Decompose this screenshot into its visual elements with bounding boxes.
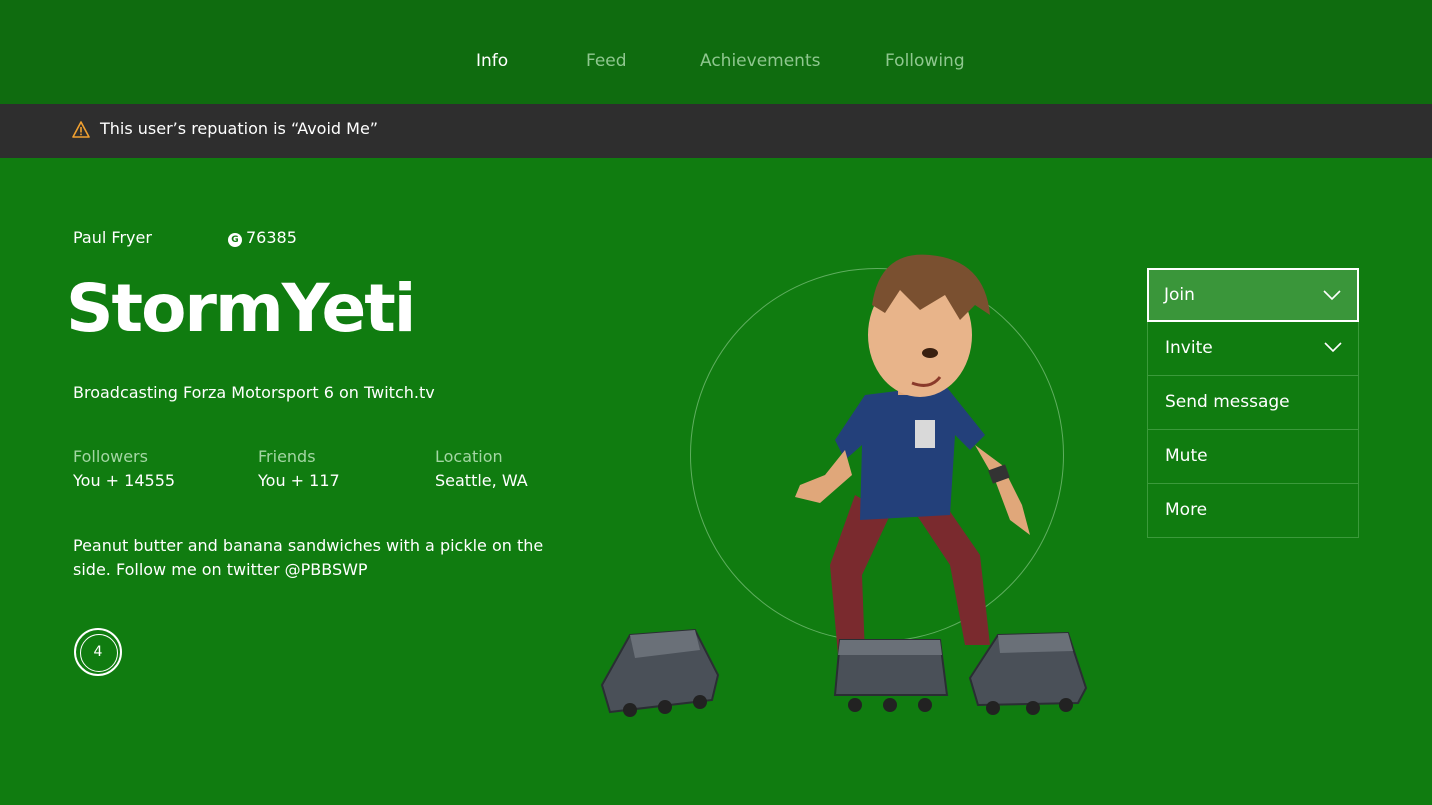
presence-status: Broadcasting Forza Motorsport 6 on Twitc… [73,383,435,402]
location-value: Seattle, WA [435,471,528,490]
action-menu: Join Invite Send message Mute More [1147,268,1359,538]
droid-right [968,631,1088,715]
bio: Peanut butter and banana sandwiches with… [73,536,544,579]
join-label: Join [1164,285,1195,305]
more-label: More [1165,500,1208,520]
followers-label: Followers [73,447,148,466]
join-button[interactable]: Join [1147,268,1359,322]
reputation-warning-text: This user’s repuation is “Avoid Me” [100,119,379,138]
droid-center [833,639,949,712]
avatar-image [600,254,1088,717]
more-button[interactable]: More [1147,484,1359,538]
gamertag: StormYeti [66,270,416,347]
chevron-down-icon [1324,342,1342,353]
followers-value: You + 14555 [73,471,176,490]
real-name: Paul Fryer [73,228,152,247]
tab-achievements[interactable]: Achievements [700,51,820,71]
gamerscore-g-icon: G [228,233,242,247]
gamerscore: G 76385 [228,228,297,247]
friends-label: Friends [258,447,316,466]
droid-left [600,628,720,717]
invite-button[interactable]: Invite [1147,322,1359,376]
send-message-label: Send message [1165,392,1290,412]
chevron-down-icon [1323,290,1341,301]
tab-feed[interactable]: Feed [586,51,627,71]
friends-value: You + 117 [258,471,340,490]
mute-label: Mute [1165,446,1208,466]
send-message-button[interactable]: Send message [1147,376,1359,430]
tab-following[interactable]: Following [885,51,965,71]
location-label: Location [435,447,503,466]
tab-info[interactable]: Info [476,51,508,71]
reputation-level: 4 [93,644,103,660]
top-navigation: Info Feed Achievements Following [0,0,1432,104]
invite-label: Invite [1165,338,1213,358]
gamerscore-value: 76385 [246,228,297,247]
mute-button[interactable]: Mute [1147,430,1359,484]
warning-triangle-icon [72,121,90,138]
